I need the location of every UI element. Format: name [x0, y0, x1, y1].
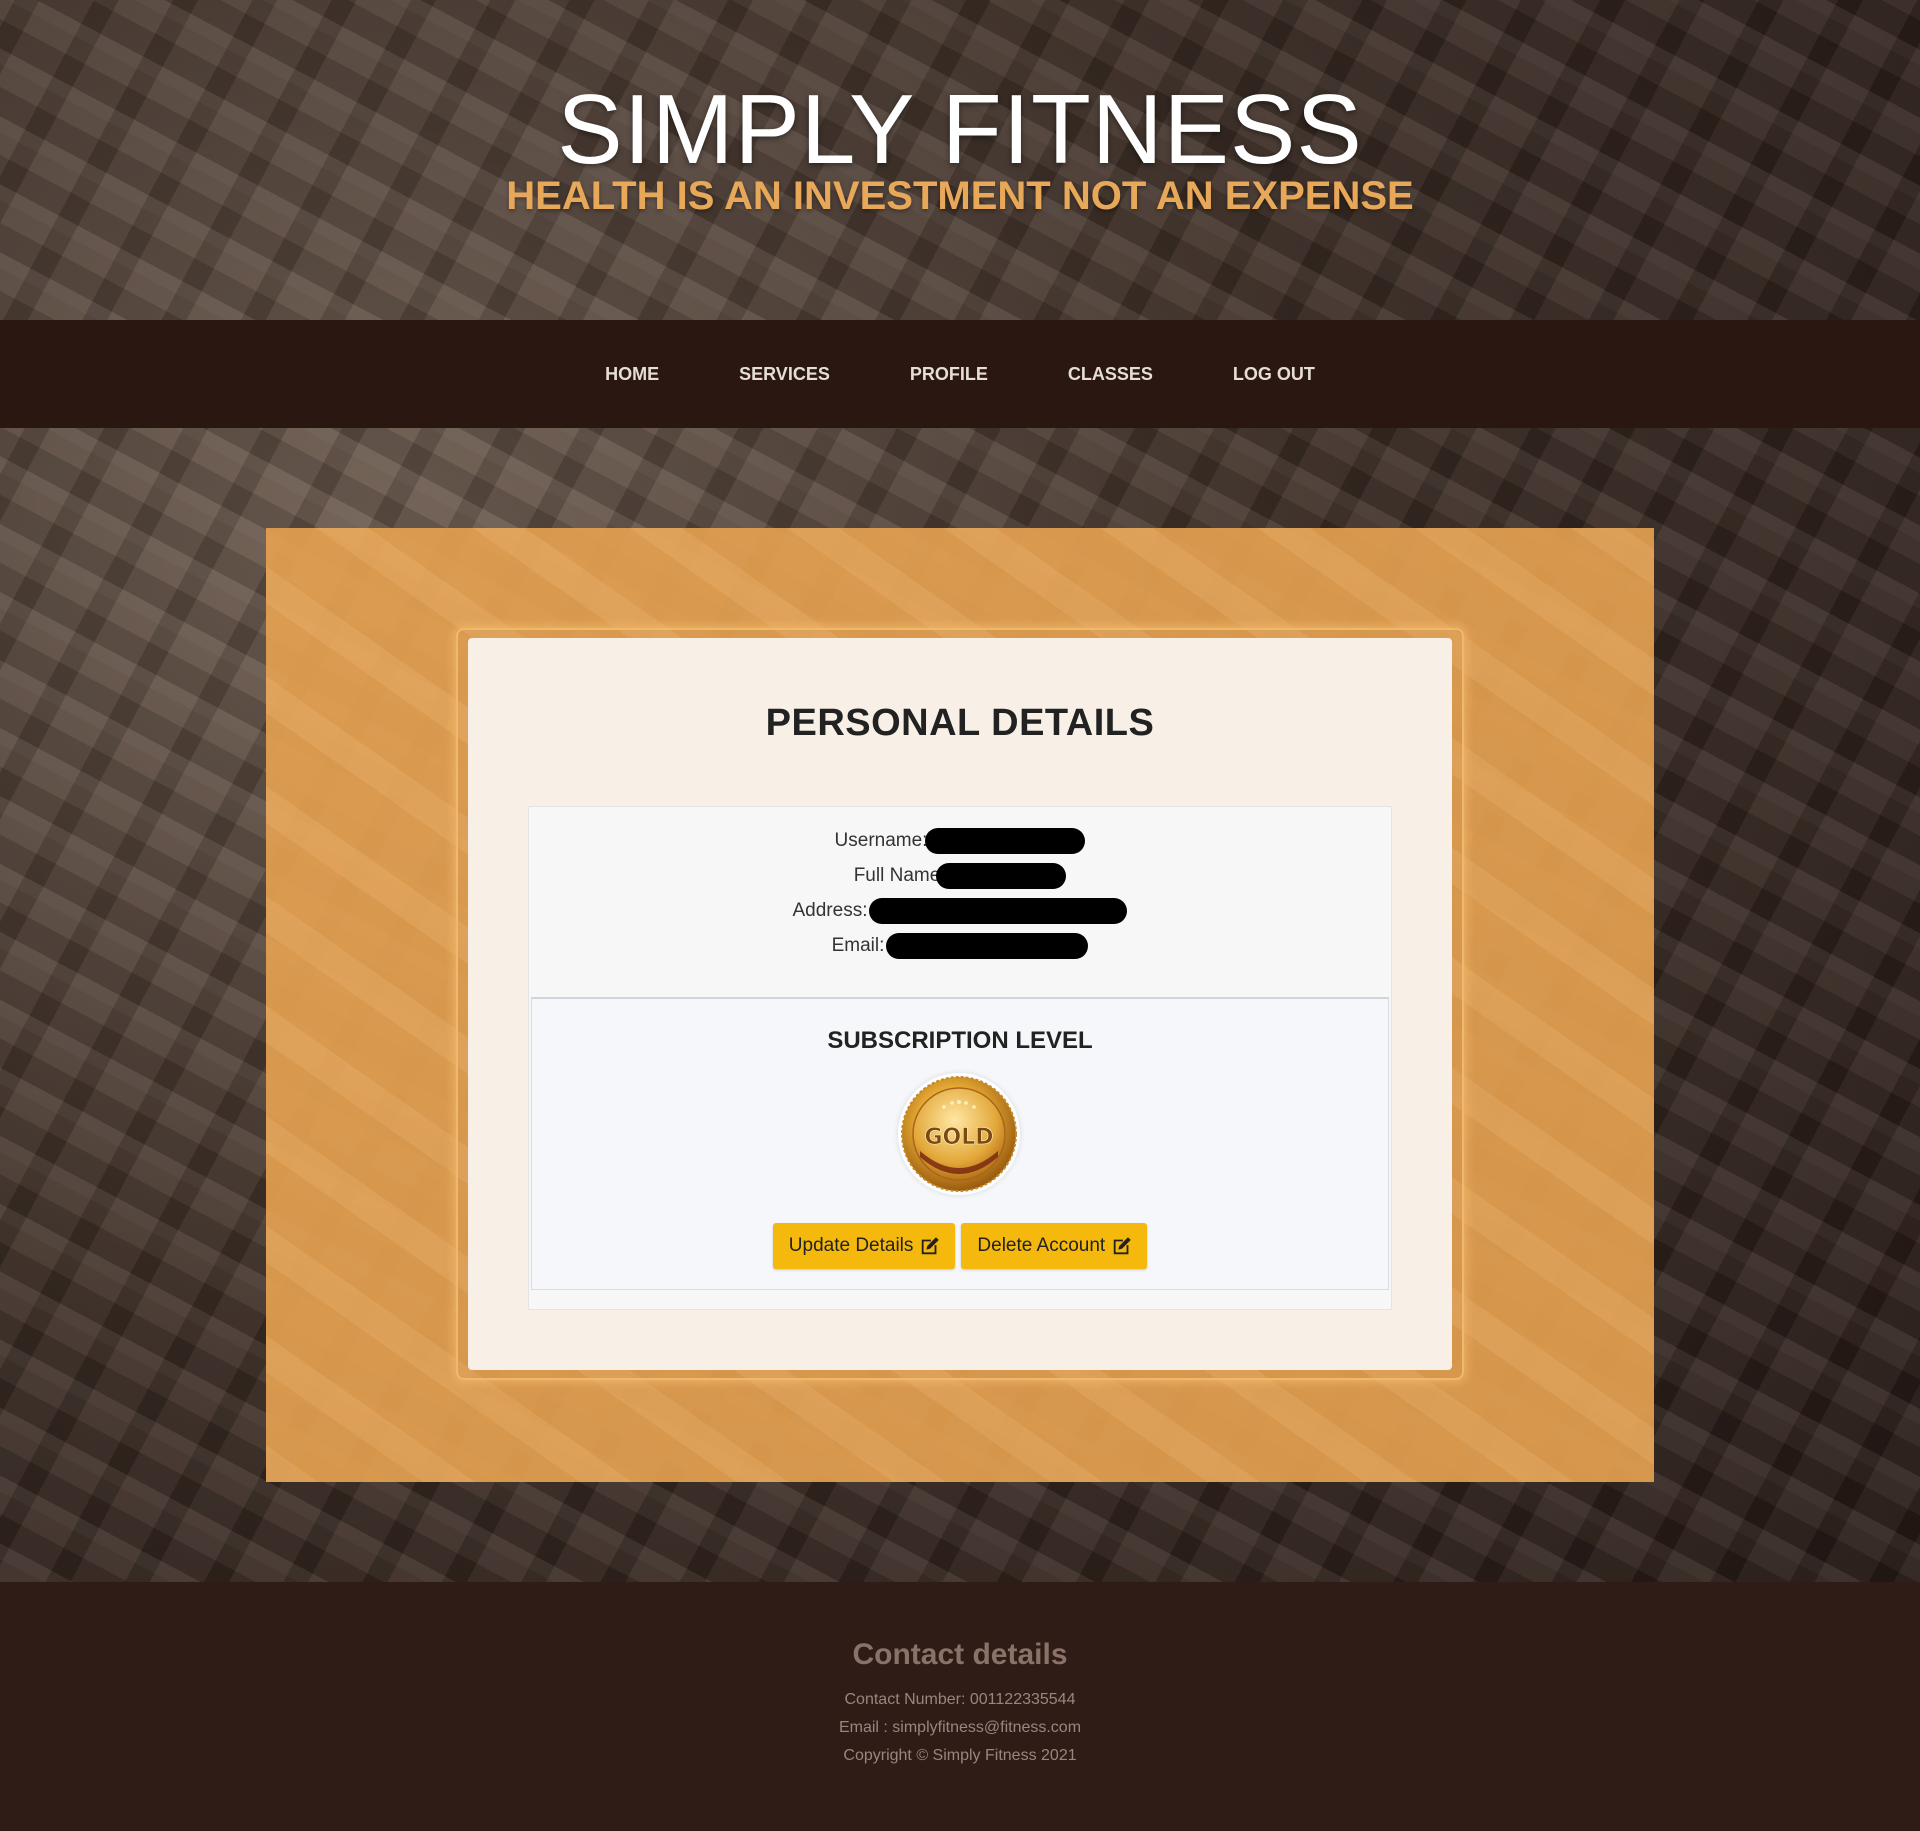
detail-row-fullname: Full Name — [529, 858, 1391, 893]
footer-copyright: Copyright © Simply Fitness 2021 — [843, 1747, 1077, 1764]
delete-account-label: Delete Account — [977, 1235, 1106, 1256]
edit-icon — [1113, 1237, 1131, 1255]
badge-level-text: GOLD — [924, 1125, 993, 1150]
footer-contact-number: Contact Number: 001122335544 — [844, 1691, 1076, 1708]
address-label: Address: — [792, 900, 868, 921]
nav-item-services[interactable]: SERVICES — [699, 364, 870, 385]
main-content-panel: PERSONAL DETAILS Username: Full Name Add… — [266, 528, 1654, 1482]
subscription-box: SUBSCRIPTION LEVEL GOLD Update Details D… — [531, 997, 1389, 1290]
detail-row-username: Username: — [529, 823, 1391, 858]
detail-row-address: Address: — [529, 893, 1391, 928]
update-details-button[interactable]: Update Details — [772, 1223, 956, 1269]
gold-medal-icon: GOLD — [898, 1073, 1020, 1195]
gold-badge-graphic: GOLD — [901, 1076, 1017, 1192]
card-title: PERSONAL DETAILS — [765, 702, 1155, 744]
main-nav: HOME SERVICES PROFILE CLASSES LOG OUT — [0, 320, 1920, 428]
details-box: Username: Full Name Address: Email: SUBS… — [528, 806, 1392, 1310]
action-buttons: Update Details Delete Account — [532, 1223, 1388, 1269]
personal-details-card: PERSONAL DETAILS Username: Full Name Add… — [468, 638, 1452, 1370]
site-tagline: HEALTH IS AN INVESTMENT NOT AN EXPENSE — [506, 174, 1414, 218]
nav-item-logout[interactable]: LOG OUT — [1193, 364, 1355, 385]
delete-account-button[interactable]: Delete Account — [961, 1223, 1148, 1269]
details-list: Username: Full Name Address: Email: — [529, 823, 1391, 963]
site-footer: Contact details Contact Number: 00112233… — [0, 1582, 1920, 1831]
site-title: SIMPLY FITNESS — [557, 74, 1363, 184]
redacted-email — [886, 932, 1089, 959]
nav-item-classes[interactable]: CLASSES — [1028, 364, 1193, 385]
detail-row-email: Email: — [529, 928, 1391, 963]
username-label: Username: — [834, 830, 928, 851]
email-label: Email: — [831, 935, 885, 956]
site-header: SIMPLY FITNESS HEALTH IS AN INVESTMENT N… — [0, 0, 1920, 320]
nav-item-profile[interactable]: PROFILE — [870, 364, 1028, 385]
edit-icon — [922, 1237, 940, 1255]
update-details-label: Update Details — [788, 1235, 914, 1256]
redacted-fullname — [936, 862, 1067, 889]
redacted-address — [869, 897, 1128, 924]
nav-item-home[interactable]: HOME — [565, 364, 699, 385]
footer-email[interactable]: Email : simplyfitness@fitness.com — [0, 1719, 1920, 1737]
subscription-title: SUBSCRIPTION LEVEL — [827, 1027, 1093, 1054]
footer-title: Contact details — [852, 1638, 1068, 1671]
fullname-label: Full Name — [853, 865, 941, 886]
redacted-username — [925, 827, 1086, 854]
